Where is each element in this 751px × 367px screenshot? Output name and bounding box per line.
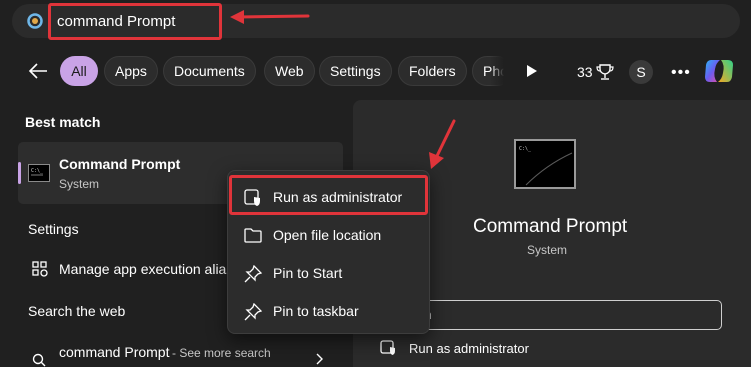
menu-item-label: Open file location [273,227,382,243]
tab-all[interactable]: All [60,56,98,86]
tab-documents[interactable]: Documents [163,56,256,86]
more-options-icon[interactable]: ••• [671,64,691,82]
settings-result[interactable]: Manage app execution alias [18,252,233,286]
web-search-icon [32,353,46,367]
settings-result-label: Manage app execution alias [59,261,233,277]
tab-web[interactable]: Web [264,56,315,86]
detail-run-as-admin-label: Run as administrator [409,341,529,356]
web-search-query: command Prompt [59,344,170,360]
search-web-heading: Search the web [28,303,126,319]
shield-icon [380,340,395,355]
avatar[interactable]: S [629,60,653,84]
menu-item-pin-to-start[interactable]: Pin to Start [232,255,427,291]
copilot-icon[interactable] [703,57,735,85]
tab-folders[interactable]: Folders [398,56,467,86]
menu-item-pin-to-taskbar[interactable]: Pin to taskbar [232,293,427,329]
best-match-title: Command Prompt [59,156,181,172]
trophy-icon[interactable] [596,63,614,81]
shield-icon [244,189,260,206]
command-prompt-icon: C:\_ [28,164,50,182]
tab-settings[interactable]: Settings [319,56,392,86]
filter-tabs-row: All Apps Documents Web Settings Folders … [0,54,751,88]
menu-item-label: Run as administrator [273,189,403,205]
svg-text:C:\_: C:\_ [31,168,44,174]
best-match-subtitle: System [59,177,100,191]
folder-icon [244,228,262,243]
selection-indicator [18,162,21,184]
search-input[interactable]: command Prompt [57,13,175,30]
pin-icon [244,303,262,321]
app-settings-icon [32,261,48,277]
svg-text:C:\_: C:\_ [519,146,532,152]
menu-item-open-file-location[interactable]: Open file location [232,217,427,253]
pin-icon [244,265,262,283]
detail-subtitle: System [527,243,568,257]
search-icon [27,13,43,29]
best-match-heading: Best match [25,114,101,130]
rewards-count: 33 [577,64,593,80]
back-arrow-icon[interactable] [28,62,48,80]
play-icon[interactable] [526,64,538,78]
web-search-suffix: - See more search [172,346,271,360]
chevron-right-icon [316,353,323,365]
settings-heading: Settings [28,221,79,237]
detail-title: Command Prompt [473,216,628,237]
command-prompt-large-icon: C:\_ [514,139,576,189]
context-menu: Run as administrator Open file location … [227,170,430,334]
tab-apps[interactable]: Apps [104,56,158,86]
menu-item-run-as-administrator[interactable]: Run as administrator [232,179,427,215]
tabs-fade [490,54,504,88]
web-search-result[interactable]: command Prompt - See more search [18,336,343,367]
menu-item-label: Pin to Start [273,265,343,281]
menu-item-label: Pin to taskbar [273,303,359,319]
